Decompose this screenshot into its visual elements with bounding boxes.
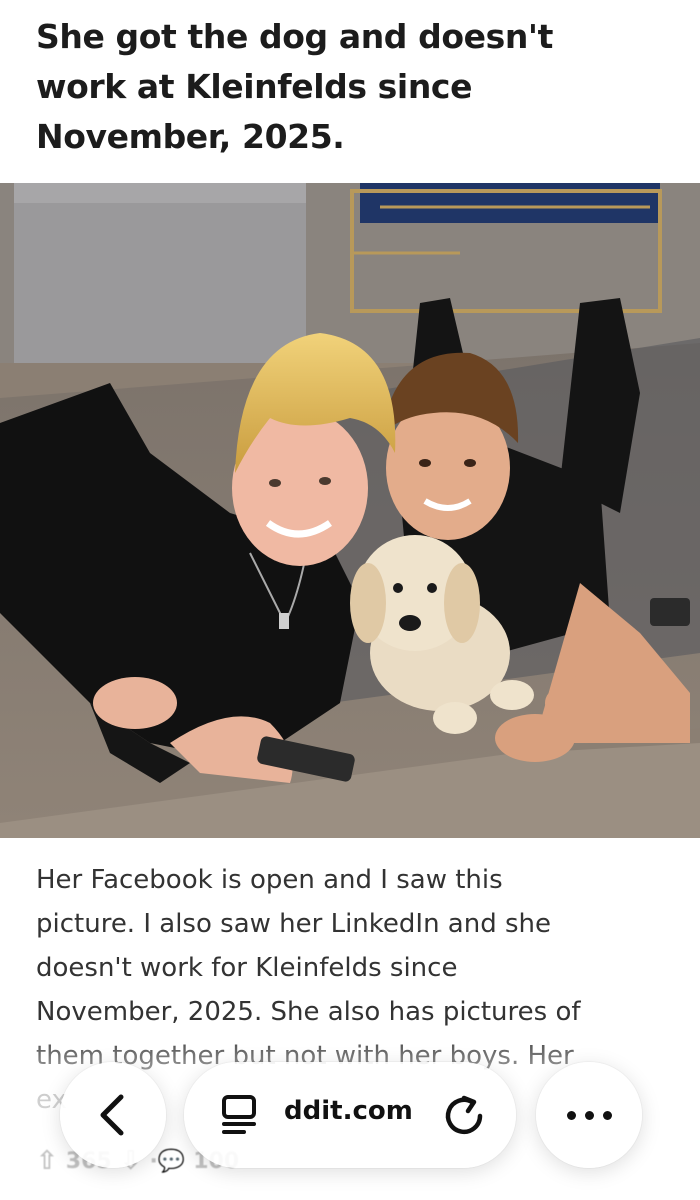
reload-icon[interactable] bbox=[442, 1092, 486, 1138]
post-title: She got the dog and doesn't work at Klei… bbox=[36, 17, 553, 156]
url-text[interactable]: ddit.com bbox=[284, 1096, 413, 1126]
more-options-button[interactable] bbox=[536, 1062, 642, 1168]
more-dots-icon bbox=[566, 1110, 612, 1120]
post-photo-illustration bbox=[0, 183, 700, 838]
reader-mode-icon[interactable] bbox=[220, 1094, 260, 1136]
comment-icon[interactable]: ·💬 bbox=[150, 1149, 186, 1174]
address-bar[interactable]: ddit.com bbox=[184, 1062, 516, 1168]
upvote-icon[interactable]: ⇧ bbox=[36, 1146, 58, 1176]
chevron-left-icon bbox=[100, 1094, 124, 1136]
browser-back-button[interactable] bbox=[60, 1062, 166, 1168]
post-image[interactable] bbox=[0, 183, 700, 838]
